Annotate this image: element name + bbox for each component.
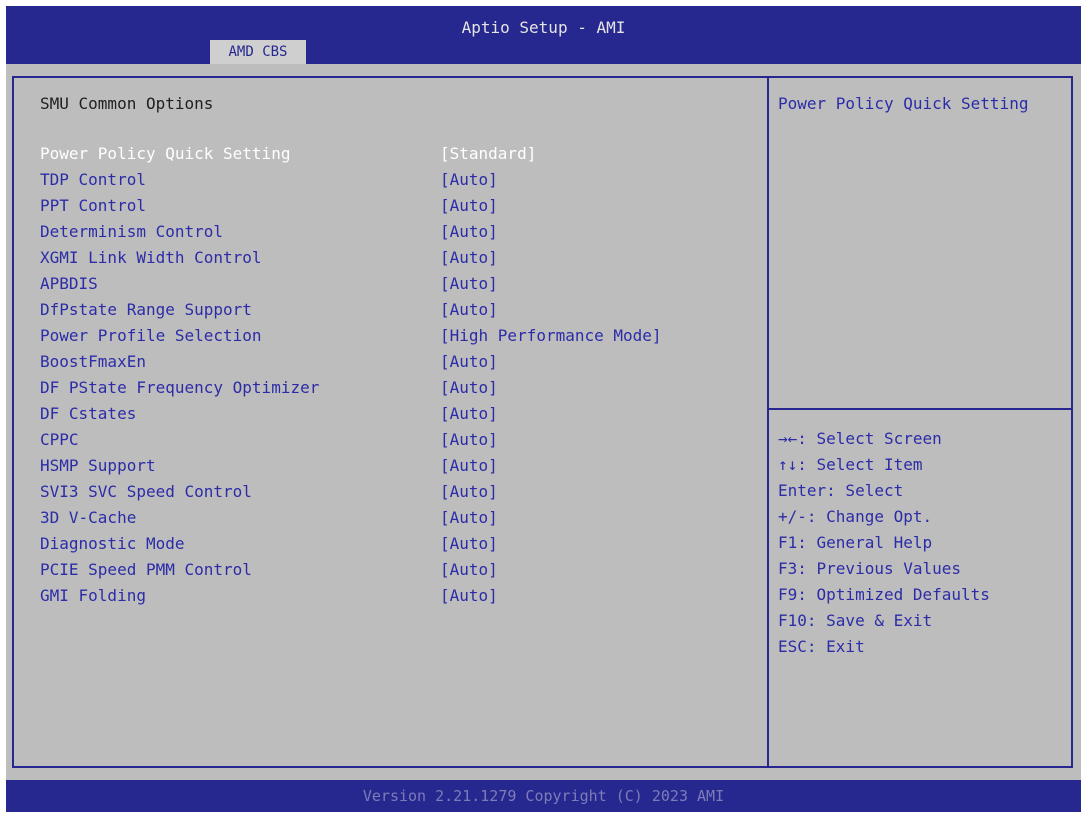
option-label: TDP Control: [40, 170, 146, 189]
option-value[interactable]: [Auto]: [440, 168, 498, 192]
option-label: SVI3 SVC Speed Control: [40, 482, 252, 501]
help-divider: [769, 408, 1071, 410]
option-row-df-cstates[interactable]: DF Cstates [Auto]: [14, 402, 767, 426]
option-value[interactable]: [Auto]: [440, 428, 498, 452]
option-value[interactable]: [Auto]: [440, 402, 498, 426]
option-row-diagnostic-mode[interactable]: Diagnostic Mode [Auto]: [14, 532, 767, 556]
help-text: Power Policy Quick Setting: [778, 94, 1029, 113]
main-frame: SMU Common Options Power Policy Quick Se…: [12, 76, 1073, 768]
option-label: Diagnostic Mode: [40, 534, 185, 553]
key-hint-general-help: F1: General Help: [778, 533, 933, 552]
option-value[interactable]: [Auto]: [440, 454, 498, 478]
option-label: HSMP Support: [40, 456, 156, 475]
option-value[interactable]: [Auto]: [440, 350, 498, 374]
option-value[interactable]: [Auto]: [440, 532, 498, 556]
option-row-cppc[interactable]: CPPC [Auto]: [14, 428, 767, 452]
option-row-boostfmaxen[interactable]: BoostFmaxEn [Auto]: [14, 350, 767, 374]
option-value[interactable]: [Auto]: [440, 194, 498, 218]
key-hint-change-opt: +/-: Change Opt.: [778, 507, 933, 526]
key-hint-enter: Enter: Select: [778, 481, 904, 500]
option-row-apbdis[interactable]: APBDIS [Auto]: [14, 272, 767, 296]
option-row-determinism-control[interactable]: Determinism Control [Auto]: [14, 220, 767, 244]
option-row-power-profile-selection[interactable]: Power Profile Selection [High Performanc…: [14, 324, 767, 348]
help-panel: Power Policy Quick Setting →←: Select Sc…: [769, 78, 1071, 766]
option-row-hsmp-support[interactable]: HSMP Support [Auto]: [14, 454, 767, 478]
option-value[interactable]: [Auto]: [440, 584, 498, 608]
option-label: DF Cstates: [40, 404, 137, 423]
key-hint-previous-values: F3: Previous Values: [778, 559, 962, 578]
options-panel: SMU Common Options Power Policy Quick Se…: [14, 78, 767, 766]
option-row-xgmi-link-width-control[interactable]: XGMI Link Width Control [Auto]: [14, 246, 767, 270]
option-value[interactable]: [Auto]: [440, 376, 498, 400]
option-value[interactable]: [Standard]: [440, 142, 536, 166]
bios-setup-screen: Aptio Setup - AMI AMD CBS SMU Common Opt…: [6, 6, 1081, 812]
key-hint-save-exit: F10: Save & Exit: [778, 611, 933, 630]
option-value[interactable]: [Auto]: [440, 558, 498, 582]
option-row-df-pstate-frequency-optimizer[interactable]: DF PState Frequency Optimizer [Auto]: [14, 376, 767, 400]
section-title: SMU Common Options: [40, 94, 214, 113]
option-label: GMI Folding: [40, 586, 146, 605]
key-hint-optimized-defaults: F9: Optimized Defaults: [778, 585, 990, 604]
option-row-3d-v-cache[interactable]: 3D V-Cache [Auto]: [14, 506, 767, 530]
option-label: CPPC: [40, 430, 79, 449]
option-value[interactable]: [Auto]: [440, 246, 498, 270]
option-label: BoostFmaxEn: [40, 352, 146, 371]
option-value[interactable]: [Auto]: [440, 480, 498, 504]
option-value[interactable]: [Auto]: [440, 272, 498, 296]
option-row-svi3-svc-speed-control[interactable]: SVI3 SVC Speed Control [Auto]: [14, 480, 767, 504]
tab-amd-cbs[interactable]: AMD CBS: [210, 40, 306, 64]
status-bar: Version 2.21.1279 Copyright (C) 2023 AMI: [6, 780, 1081, 812]
key-hint-esc-exit: ESC: Exit: [778, 637, 865, 656]
key-hint-select-screen: →←: Select Screen: [778, 429, 942, 448]
option-row-ppt-control[interactable]: PPT Control [Auto]: [14, 194, 767, 218]
option-row-gmi-folding[interactable]: GMI Folding [Auto]: [14, 584, 767, 608]
option-value[interactable]: [Auto]: [440, 220, 498, 244]
option-value[interactable]: [High Performance Mode]: [440, 324, 662, 348]
app-title: Aptio Setup - AMI: [461, 18, 626, 37]
option-row-pcie-speed-pmm-control[interactable]: PCIE Speed PMM Control [Auto]: [14, 558, 767, 582]
version-text: Version 2.21.1279 Copyright (C) 2023 AMI: [362, 787, 725, 805]
option-label: Power Policy Quick Setting: [40, 144, 291, 163]
option-label: Determinism Control: [40, 222, 224, 241]
key-hint-select-item: ↑↓: Select Item: [778, 455, 923, 474]
option-label: PCIE Speed PMM Control: [40, 560, 252, 579]
option-label: XGMI Link Width Control: [40, 248, 262, 267]
title-bar: Aptio Setup - AMI AMD CBS: [6, 6, 1081, 64]
option-row-tdp-control[interactable]: TDP Control [Auto]: [14, 168, 767, 192]
option-label: PPT Control: [40, 196, 146, 215]
option-value[interactable]: [Auto]: [440, 506, 498, 530]
option-value[interactable]: [Auto]: [440, 298, 498, 322]
option-row-power-policy-quick-setting[interactable]: Power Policy Quick Setting [Standard]: [14, 142, 767, 166]
option-label: DF PState Frequency Optimizer: [40, 378, 320, 397]
option-label: Power Profile Selection: [40, 326, 262, 345]
option-label: 3D V-Cache: [40, 508, 137, 527]
option-label: DfPstate Range Support: [40, 300, 252, 319]
option-label: APBDIS: [40, 274, 98, 293]
option-row-dfpstate-range-support[interactable]: DfPstate Range Support [Auto]: [14, 298, 767, 322]
